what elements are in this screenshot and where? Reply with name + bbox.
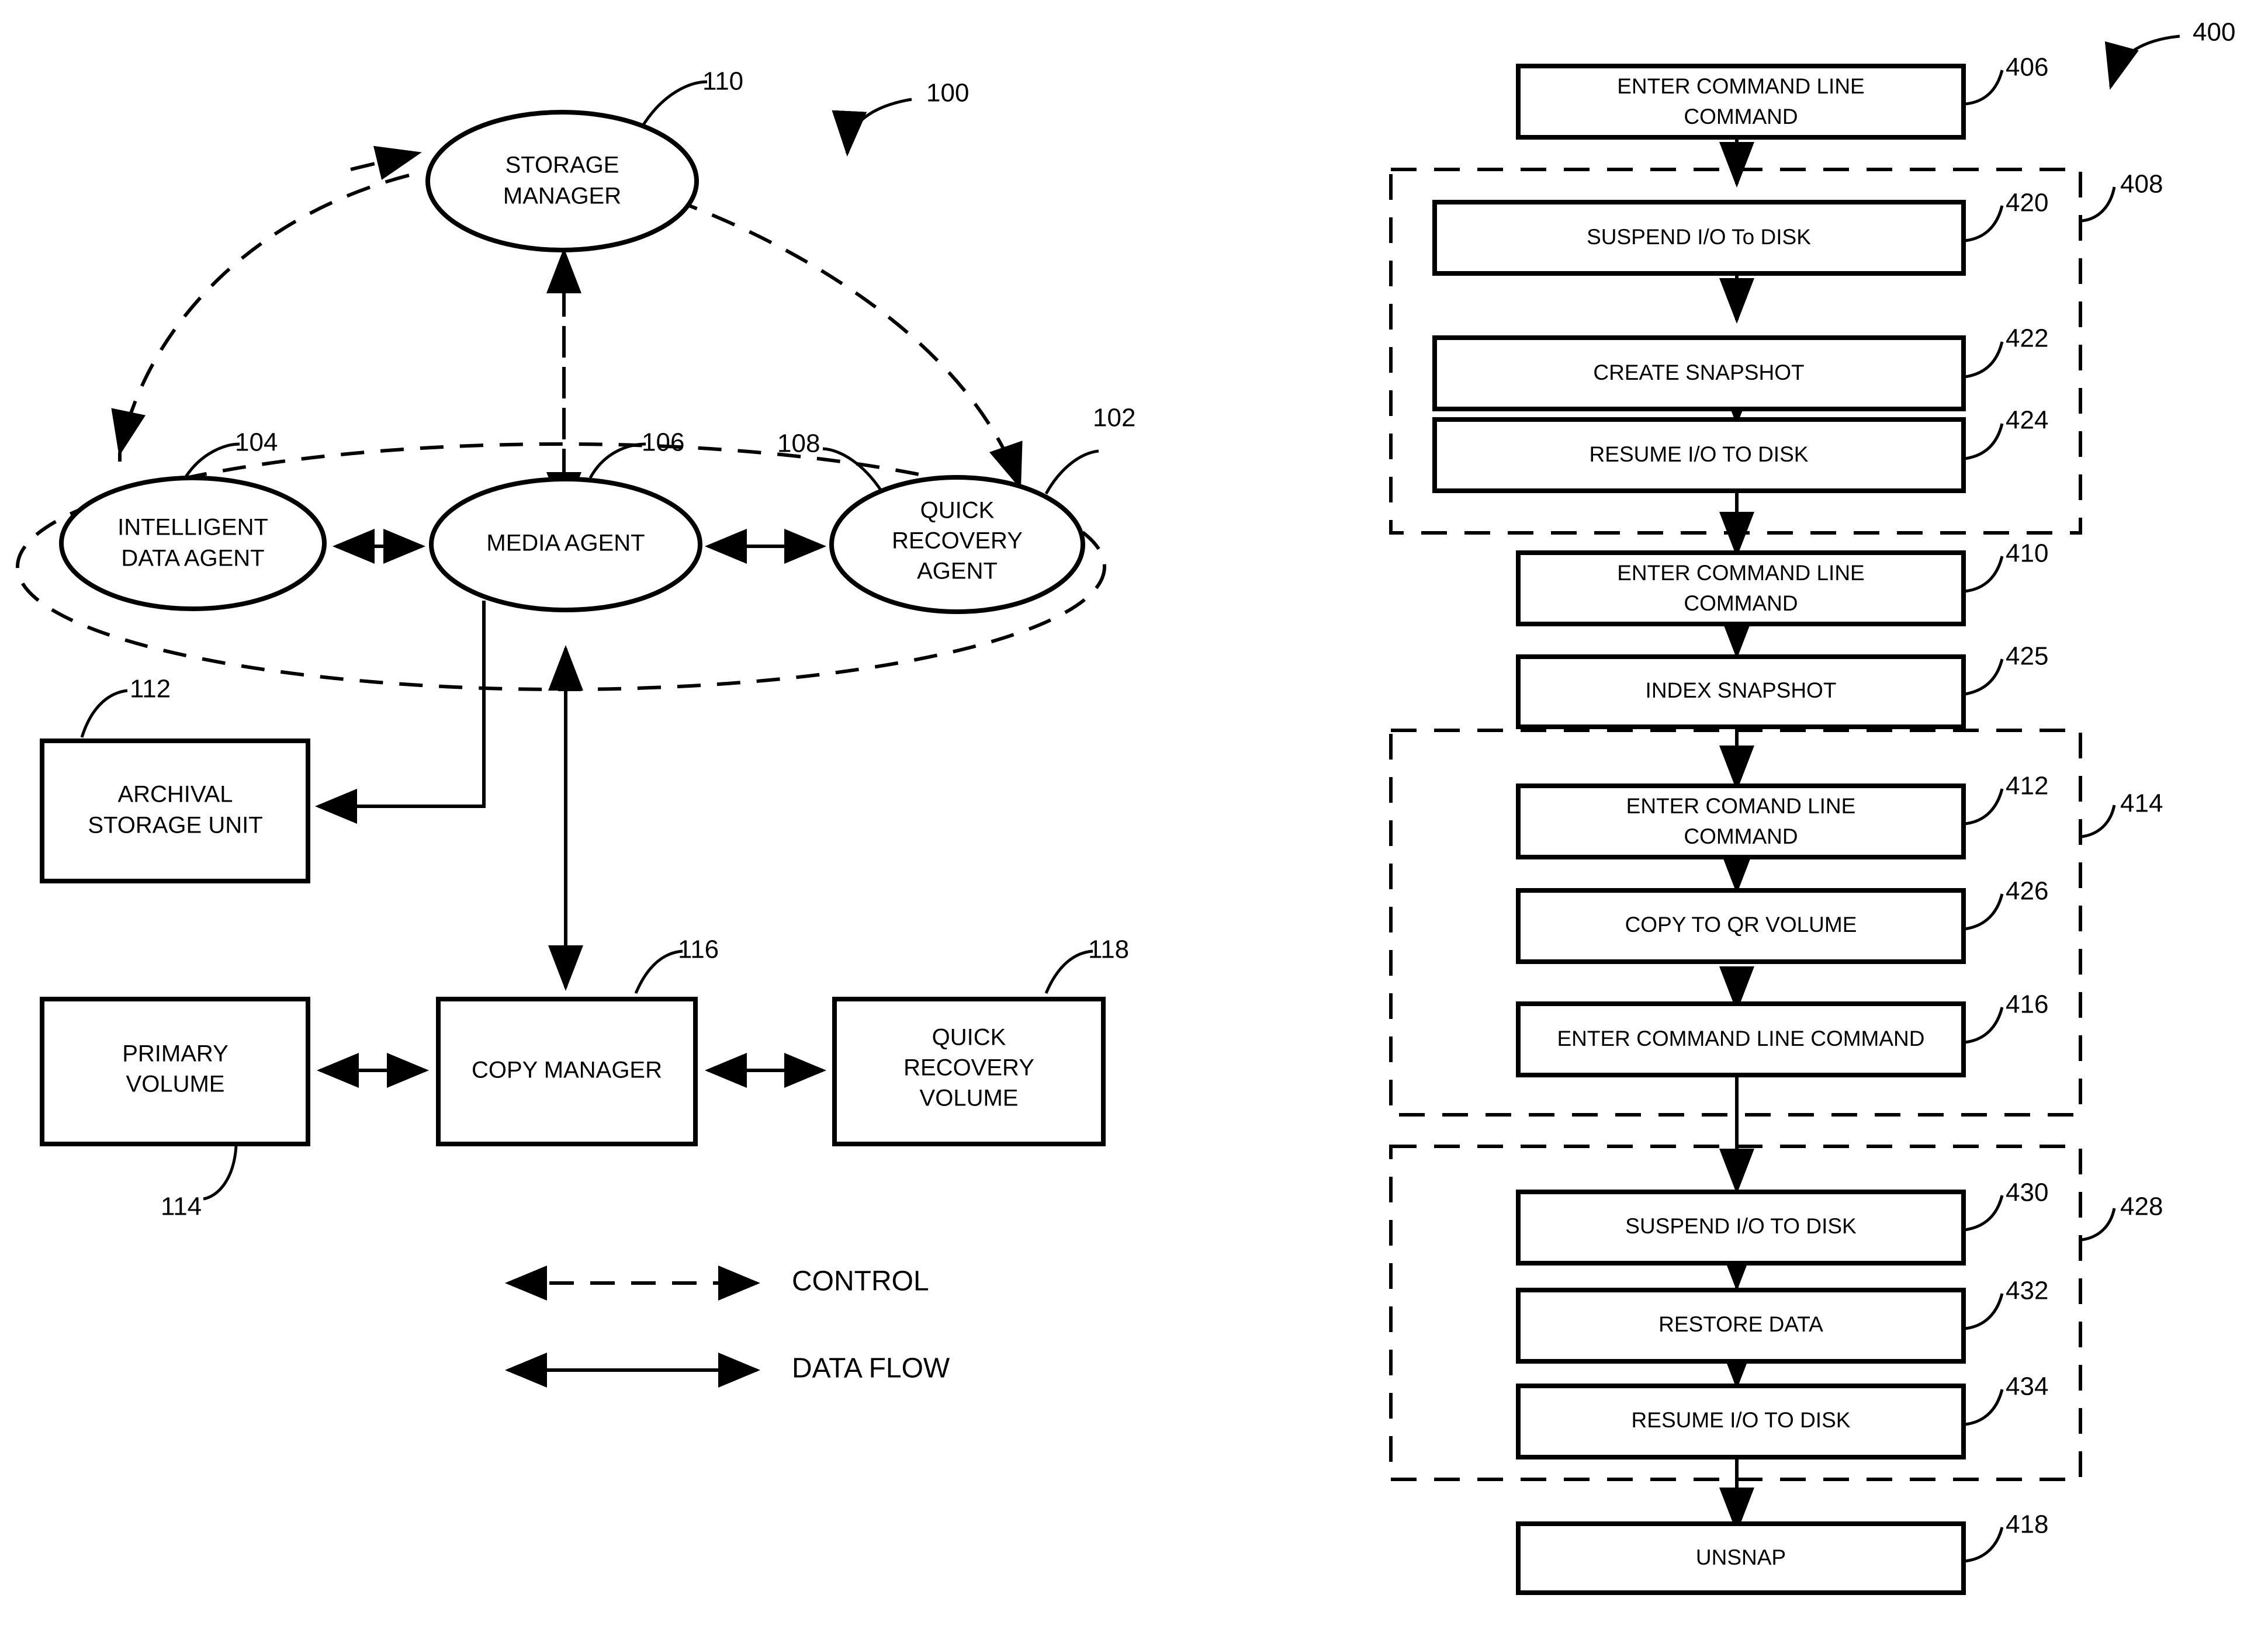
- step-406-label-line2: COMMAND: [1684, 105, 1798, 129]
- ref-110: 110: [702, 67, 743, 96]
- ref-432: 432: [2006, 1277, 2048, 1305]
- ref-108: 108: [777, 429, 820, 458]
- ref-412: 412: [2006, 772, 2048, 800]
- quick-recovery-volume-label-line1: QUICK: [932, 1025, 1006, 1051]
- ref-426: 426: [2006, 877, 2048, 906]
- ref-100: 100: [926, 79, 969, 108]
- ref-116: 116: [678, 935, 719, 964]
- step-424-label: RESUME I/O TO DISK: [1590, 442, 1809, 466]
- ref-420: 420: [2006, 189, 2048, 217]
- step-406-label-line1: ENTER COMMAND LINE: [1617, 74, 1864, 98]
- step-410-label-line2: COMMAND: [1684, 591, 1798, 615]
- ref-112: 112: [130, 675, 171, 703]
- quick-recovery-agent-label-line2: RECOVERY: [892, 528, 1023, 554]
- ref-434: 434: [2006, 1372, 2048, 1401]
- step-425-label: INDEX SNAPSHOT: [1646, 678, 1837, 702]
- ref-418: 418: [2006, 1510, 2048, 1539]
- quick-recovery-volume-label-line2: RECOVERY: [903, 1055, 1034, 1081]
- figure-text-layer: STORAGE MANAGER INTELLIGENT DATA AGENT M…: [88, 18, 2235, 1569]
- step-410-label-line1: ENTER COMMAND LINE: [1617, 561, 1864, 585]
- step-420-label: SUSPEND I/O To DISK: [1587, 225, 1811, 249]
- ref-414: 414: [2120, 789, 2163, 818]
- ref-406: 406: [2006, 53, 2048, 82]
- step-412-label-line2: COMMAND: [1684, 824, 1798, 848]
- ref-430: 430: [2006, 1178, 2048, 1207]
- quick-recovery-volume-label-line3: VOLUME: [920, 1086, 1019, 1111]
- ref-102: 102: [1093, 404, 1135, 432]
- step-416-label: ENTER COMMAND LINE COMMAND: [1557, 1027, 1924, 1051]
- legend-control-label: CONTROL: [792, 1266, 929, 1297]
- step-426-label: COPY TO QR VOLUME: [1625, 913, 1857, 937]
- ref-400: 400: [2193, 18, 2235, 47]
- ref-118: 118: [1088, 935, 1129, 964]
- ref-408: 408: [2120, 170, 2163, 199]
- step-430-label: SUSPEND I/O TO DISK: [1625, 1214, 1857, 1238]
- ref-106: 106: [642, 428, 684, 457]
- legend-dataflow-label: DATA FLOW: [792, 1353, 950, 1384]
- patent-figure-page: STORAGE MANAGER INTELLIGENT DATA AGENT M…: [0, 0, 2268, 1626]
- step-434-label: RESUME I/O TO DISK: [1632, 1408, 1851, 1432]
- primary-volume-label-line1: PRIMARY: [122, 1041, 228, 1067]
- ref-104: 104: [235, 428, 278, 457]
- storage-manager-label-line2: MANAGER: [503, 183, 621, 209]
- step-418-label: UNSNAP: [1696, 1545, 1786, 1569]
- archival-storage-unit-label-line1: ARCHIVAL: [117, 782, 233, 807]
- ref-422: 422: [2006, 324, 2048, 353]
- copy-manager-label: COPY MANAGER: [472, 1058, 662, 1083]
- ref-410: 410: [2006, 539, 2048, 568]
- primary-volume-label-line2: VOLUME: [126, 1072, 225, 1097]
- ref-114: 114: [161, 1192, 202, 1221]
- quick-recovery-agent-label-line1: QUICK: [920, 498, 995, 523]
- ref-428: 428: [2120, 1192, 2163, 1221]
- step-432-label: RESTORE DATA: [1658, 1312, 1823, 1336]
- storage-manager-label-line1: STORAGE: [505, 152, 619, 178]
- ref-416: 416: [2006, 990, 2048, 1019]
- intelligent-data-agent-label-line1: INTELLIGENT: [117, 515, 268, 540]
- ref-425: 425: [2006, 642, 2048, 671]
- intelligent-data-agent-label-line2: DATA AGENT: [121, 546, 264, 571]
- step-422-label: CREATE SNAPSHOT: [1593, 360, 1804, 384]
- quick-recovery-agent-label-line3: AGENT: [917, 559, 998, 584]
- archival-storage-unit-label-line2: STORAGE UNIT: [88, 813, 262, 838]
- step-412-label-line1: ENTER COMAND LINE: [1626, 794, 1856, 818]
- media-agent-label: MEDIA AGENT: [486, 531, 645, 556]
- ref-424: 424: [2006, 406, 2048, 435]
